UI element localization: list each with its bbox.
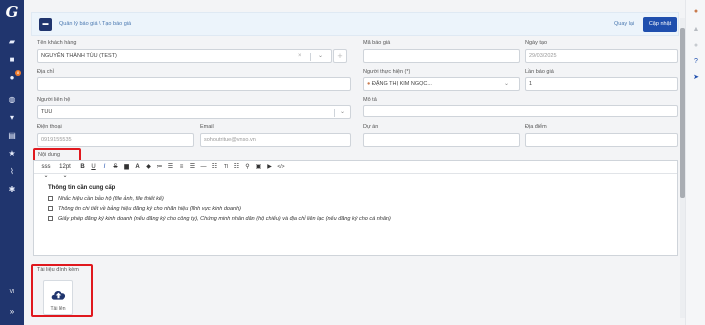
underline-icon[interactable]: U [89,163,98,172]
scrollbar[interactable] [680,18,685,318]
app-logo: G [5,3,19,21]
breadcrumb[interactable]: Quản lý báo giá \ Tạo báo giá [59,21,131,27]
help-icon[interactable]: ? [690,56,702,68]
ordered-list-icon[interactable]: ≔ [155,163,164,172]
language-switch[interactable]: VI [0,289,24,295]
quote-code-label: Mã báo giá [363,40,391,46]
chart-icon[interactable]: ⌇ [0,164,24,180]
avatar: ● [367,81,371,87]
performer-label: Người thực hiện (*) [363,69,411,75]
expand-sidebar-icon[interactable]: » [0,307,24,316]
user-avatar-icon[interactable]: ● [690,6,702,18]
quote-icon[interactable]: ▤ [0,128,24,144]
address-label: Địa chỉ [37,69,54,75]
customer-select[interactable]: NGUYỄN THÀNH TÙU (TEST) × ⌄ [37,49,332,63]
checkbox-icon[interactable] [48,206,53,212]
content-label: Nội dung [38,152,61,158]
chat-icon[interactable]: ● [690,40,702,52]
font-family-select[interactable]: sss ⌄ [39,163,53,179]
font-color-icon[interactable]: A [133,163,142,172]
chevron-down-icon[interactable]: ⌄ [340,106,345,118]
email-input[interactable]: sohoutritue@vnso.vn [200,133,351,147]
customer-value: NGUYỄN THÀNH TÙU (TEST) [41,53,117,59]
save-button[interactable]: Cập nhật [643,17,677,32]
rich-text-editor[interactable]: sss ⌄ 12pt ⌄ B U I S ▆ A ◆ ≔ ☰ ≡ ☰ — ☷ T… [33,160,678,256]
rocket-icon[interactable]: ➤ [690,72,702,84]
align-left-icon[interactable]: ≡ [177,163,186,172]
code-view-icon[interactable]: </> [276,163,286,172]
add-customer-button[interactable]: + [333,49,347,63]
bell-icon[interactable]: ▲ [690,24,702,36]
back-button[interactable]: Quay lại [614,21,634,27]
cloud-upload-icon [51,291,66,300]
contact-label: Người liên hệ [37,97,71,103]
table-icon[interactable]: ☷ [210,163,219,172]
align-justify-icon[interactable]: ☰ [188,163,197,172]
quote-icon: ▬ [39,18,52,31]
bold-icon[interactable]: B [78,163,87,172]
times-label: Lần báo giá [525,69,554,75]
scrollbar-thumb[interactable] [680,28,685,198]
email-label: Email [200,124,214,130]
font-size-select[interactable]: 12pt ⌄ [56,163,74,179]
editor-toolbar: sss ⌄ 12pt ⌄ B U I S ▆ A ◆ ≔ ☰ ≡ ☰ — ☷ T… [34,161,677,179]
project-label: Dự án [363,124,379,130]
dashboard-icon[interactable]: ▰ [0,34,24,50]
editor-checklist-item: Thông tin chi tiết về bảng hiệu đăng ký … [48,204,668,214]
contact-select[interactable]: TUU ⌄ [37,105,351,119]
times-input[interactable]: 1 [525,77,678,91]
customer-label: Tên khách hàng [37,40,77,46]
description-textarea[interactable] [363,105,678,117]
unordered-list-icon[interactable]: ☰ [166,163,175,172]
page-header: ▬ Quản lý báo giá \ Tạo báo giá Quay lại… [31,12,679,36]
link-icon[interactable]: ⚲ [243,163,252,172]
chevron-down-icon[interactable]: ⌄ [318,50,323,62]
sidebar: G ▰ ■ ● 8 ◍ ▾ ▤ ★ ⌇ ✱ VI » [0,0,24,325]
upload-label: Tải lên [50,306,66,312]
text-format-icon[interactable]: Tl [221,163,231,172]
editor-heading: Thông tin cần cung cấp [48,185,116,191]
date-label: Ngày tạo [525,40,548,46]
description-label: Mô tả [363,97,377,103]
horizontal-rule-icon[interactable]: — [199,163,208,172]
star-icon[interactable]: ★ [0,146,24,162]
video-icon[interactable]: ▶ [265,163,274,172]
italic-icon[interactable]: I [100,163,109,172]
quote-code-input[interactable] [363,49,520,63]
editor-checklist-item: Nhắc hiệu cần bảo hộ (file ảnh, file thi… [48,194,668,204]
people-icon[interactable]: ● 8 [0,70,24,86]
attachments-label: Tài liệu đính kèm [37,267,79,273]
editor-checklist-item: Giấy phép đăng ký kinh doanh (nếu đăng k… [48,214,668,224]
performer-value: ĐẶNG THỊ KIM NGỌC... [371,81,432,87]
divider [310,53,311,61]
phone-input[interactable]: 0919155535 [37,133,194,147]
right-toolbar: ● ▲ ● ? ➤ [685,0,705,325]
contact-value: TUU [41,109,53,115]
location-input[interactable] [525,133,678,147]
editor-content[interactable]: Thông tin cần cung cấp Nhắc hiệu cần bảo… [48,185,668,224]
address-input[interactable] [37,77,351,91]
project-input[interactable] [363,133,520,147]
briefcase-icon[interactable]: ■ [0,52,24,68]
gear-icon[interactable]: ✱ [0,182,24,198]
globe-icon[interactable]: ◍ [0,92,24,108]
checkbox-icon[interactable] [48,216,53,222]
cart-icon[interactable]: ▾ [0,110,24,126]
location-label: Địa điểm [525,124,547,130]
upload-button[interactable]: Tải lên [43,280,73,315]
performer-select[interactable]: ● ĐẶNG THỊ KIM NGỌC... ⌄ [363,77,520,91]
chevron-down-icon[interactable]: ⌄ [504,78,509,90]
checkbox-icon[interactable] [48,196,53,202]
image-icon[interactable]: ▣ [254,163,263,172]
phone-label: Điện thoại [37,124,62,130]
clear-icon[interactable]: × [298,50,302,62]
divider [334,109,335,117]
eraser-icon[interactable]: ◆ [144,163,153,172]
notification-badge: 8 [15,70,21,76]
date-input[interactable]: 29/03/2025 [525,49,678,63]
indent-icon[interactable]: ☷ [232,163,241,172]
text-color-icon[interactable]: ▆ [122,163,131,172]
strikethrough-icon[interactable]: S [111,163,120,172]
